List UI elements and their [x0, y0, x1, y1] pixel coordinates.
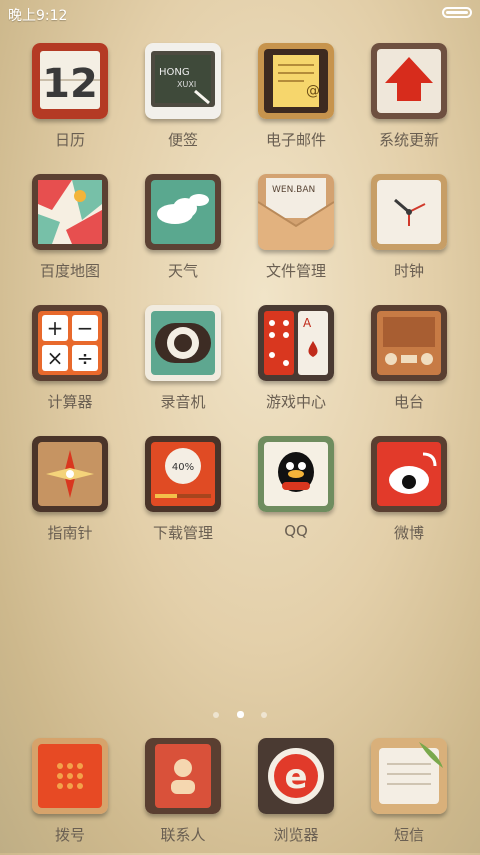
game-center-icon: A [258, 305, 334, 381]
weibo-icon [371, 436, 447, 512]
app-file-manager[interactable]: WEN.BAN 文件管理 [239, 171, 353, 291]
email-icon: @ [258, 43, 334, 119]
app-recorder[interactable]: 录音机 [126, 302, 240, 422]
app-label: 电子邮件 [265, 131, 326, 149]
messages-icon [371, 738, 447, 814]
page-indicator[interactable] [0, 703, 480, 722]
app-label: 游戏中心 [265, 393, 326, 411]
file-manager-icon: WEN.BAN [258, 174, 334, 250]
download-manager-icon: 40% [145, 436, 221, 512]
svg-text:+: + [47, 316, 64, 340]
dock-dialer[interactable]: 拨号 [13, 735, 127, 855]
app-label: 天气 [167, 262, 198, 280]
dock: 拨号 联系人 e 浏览器 短信 [0, 735, 480, 853]
app-compass[interactable]: 指南针 [13, 433, 127, 553]
app-notes[interactable]: HONG XUXI 便签 [126, 40, 240, 160]
svg-text:÷: ÷ [77, 346, 94, 370]
app-email[interactable]: @ 电子邮件 [239, 40, 353, 160]
radio-icon [371, 305, 447, 381]
qq-icon [258, 436, 334, 512]
app-weibo[interactable]: 微博 [352, 433, 466, 553]
calendar-date: 12 [42, 61, 98, 107]
app-calendar[interactable]: 12 日历 [13, 40, 127, 160]
svg-text:×: × [47, 346, 64, 370]
recorder-icon [145, 305, 221, 381]
app-label: 计算器 [47, 393, 93, 411]
map-icon [32, 174, 108, 250]
svg-text:A: A [303, 316, 312, 330]
svg-text:e: e [284, 757, 307, 797]
app-label: 拨号 [54, 826, 85, 844]
app-label: 电台 [393, 393, 424, 411]
svg-text:40%: 40% [172, 462, 194, 473]
app-label: 百度地图 [39, 262, 100, 280]
app-label: 录音机 [160, 393, 206, 411]
notes-icon: HONG XUXI [145, 43, 221, 119]
page-dot-active[interactable] [236, 711, 244, 718]
svg-text:@: @ [306, 83, 320, 99]
app-system-update[interactable]: 系统更新 [352, 40, 466, 160]
app-label: 系统更新 [378, 131, 439, 149]
app-label: 指南针 [47, 524, 93, 542]
dock-browser[interactable]: e 浏览器 [239, 735, 353, 855]
app-weather[interactable]: 天气 [126, 171, 240, 291]
status-time: 晚上9:12 [8, 8, 68, 24]
app-label: 联系人 [160, 826, 206, 844]
page-dot[interactable] [213, 712, 220, 718]
app-label: 短信 [393, 826, 424, 844]
app-label: 时钟 [393, 262, 424, 280]
svg-text:HONG: HONG [159, 67, 190, 78]
system-update-icon [371, 43, 447, 119]
clock-icon [371, 174, 447, 250]
browser-icon: e [258, 738, 334, 814]
app-label: 便签 [167, 131, 198, 149]
page-dot[interactable] [260, 712, 267, 718]
status-bar: 晚上9:12 [0, 0, 480, 28]
app-radio[interactable]: 电台 [352, 302, 466, 422]
app-qq[interactable]: QQ [239, 433, 353, 553]
svg-text:WEN.BAN: WEN.BAN [272, 185, 315, 195]
svg-text:XUXI: XUXI [177, 80, 196, 89]
svg-text:−: − [77, 316, 94, 340]
app-label: 浏览器 [273, 826, 319, 844]
dock-messages[interactable]: 短信 [352, 735, 466, 855]
app-download-manager[interactable]: 40% 下载管理 [126, 433, 240, 553]
weather-icon [145, 174, 221, 250]
battery-icon [442, 7, 472, 18]
compass-icon [32, 436, 108, 512]
contacts-icon [145, 738, 221, 814]
app-label: 文件管理 [265, 262, 326, 280]
app-label: 微博 [393, 524, 424, 542]
app-label: QQ [284, 522, 308, 540]
app-label: 下载管理 [152, 524, 213, 542]
dock-contacts[interactable]: 联系人 [126, 735, 240, 855]
app-calculator[interactable]: + − × ÷ 计算器 [13, 302, 127, 422]
calculator-icon: + − × ÷ [32, 305, 108, 381]
app-game-center[interactable]: A 游戏中心 [239, 302, 353, 422]
app-clock[interactable]: 时钟 [352, 171, 466, 291]
app-label: 日历 [54, 131, 85, 149]
app-map[interactable]: 百度地图 [13, 171, 127, 291]
calendar-icon: 12 [32, 43, 108, 119]
dialer-icon [32, 738, 108, 814]
